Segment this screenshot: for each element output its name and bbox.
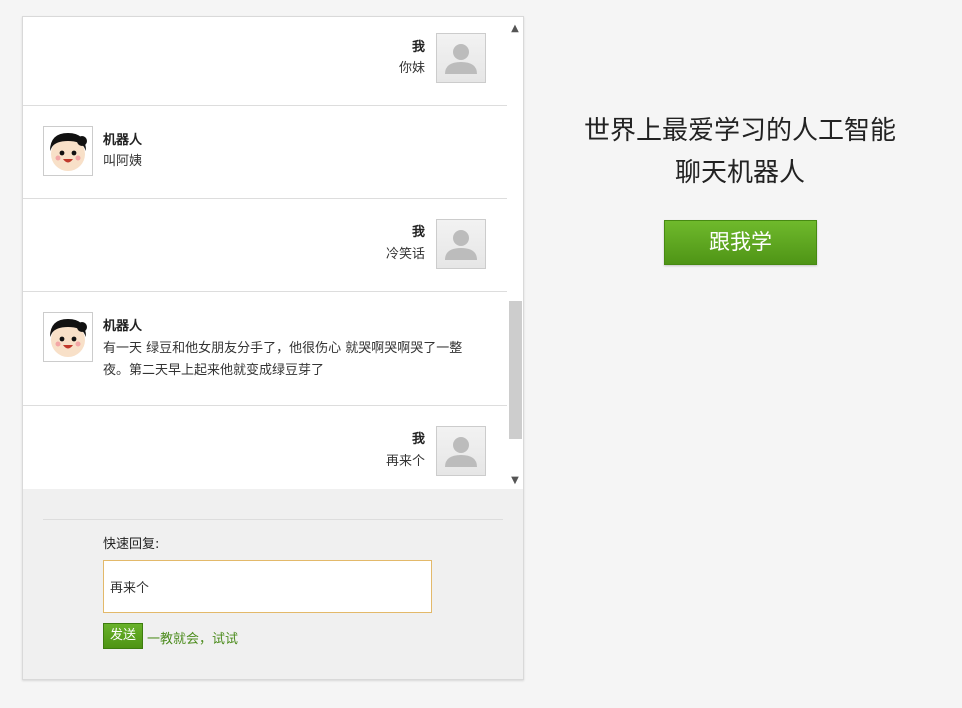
bot-avatar-icon	[43, 126, 93, 176]
reply-input[interactable]	[103, 560, 432, 613]
message-item: 我 你妹	[23, 17, 507, 106]
message-item: 机器人 叫阿姨	[23, 106, 507, 199]
user-avatar-icon	[436, 219, 486, 269]
sender-name: 我	[411, 40, 425, 55]
message-text: 再来个	[385, 454, 425, 469]
headline-line-1: 世界上最爱学习的人工智能	[583, 116, 896, 146]
sender-name: 我	[411, 225, 425, 240]
message-text: 有一天 绿豆和他女朋友分手了，他很伤心 就哭啊哭啊哭了一整夜。第二天早上起来他就…	[103, 341, 463, 378]
headline-line-2: 聊天机器人	[674, 158, 805, 188]
scroll-thumb[interactable]	[509, 301, 522, 439]
chevron-down-icon[interactable]: ▼	[507, 473, 523, 489]
reply-area: 快速回复: 发送 一教就会，试试	[23, 489, 523, 679]
learn-from-me-button[interactable]: 跟我学	[664, 220, 817, 265]
scrollbar[interactable]: ▲ ▼	[507, 21, 523, 489]
divider	[43, 519, 503, 520]
message-text: 叫阿姨	[103, 154, 143, 169]
page-headline: 世界上最爱学习的人工智能 聊天机器人	[560, 110, 920, 194]
send-button[interactable]: 发送	[103, 623, 143, 649]
user-avatar-icon	[436, 426, 486, 476]
sender-name: 我	[411, 432, 425, 447]
message-item: 我 再来个	[23, 406, 507, 489]
sender-name: 机器人	[103, 133, 143, 148]
user-avatar-icon	[436, 33, 486, 83]
sender-name: 机器人	[103, 319, 143, 334]
message-item: 机器人 有一天 绿豆和他女朋友分手了，他很伤心 就哭啊哭啊哭了一整夜。第二天早上…	[23, 292, 507, 406]
bot-avatar-icon	[43, 312, 93, 362]
teach-tip-link[interactable]: 一教就会，试试	[147, 628, 238, 647]
message-item: 我 冷笑话	[23, 199, 507, 292]
message-list[interactable]: 我 你妹 机器人 叫阿姨 我 冷笑话 机器人 有一天 绿豆和他女朋友分手了，他很…	[23, 17, 507, 489]
chevron-up-icon[interactable]: ▲	[507, 21, 523, 37]
message-text: 冷笑话	[385, 247, 425, 262]
chat-panel: 我 你妹 机器人 叫阿姨 我 冷笑话 机器人 有一天 绿豆和他女朋友分手了，他很…	[22, 16, 524, 680]
reply-label: 快速回复:	[103, 537, 160, 552]
message-text: 你妹	[398, 61, 425, 76]
